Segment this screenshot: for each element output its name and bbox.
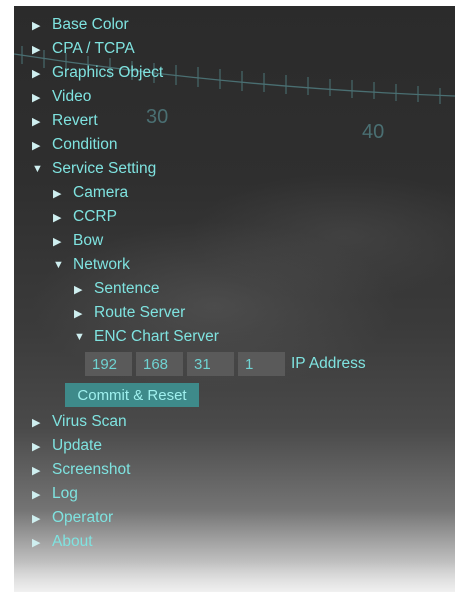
menu-item-label: Update — [52, 437, 102, 454]
bottom-fade — [14, 562, 455, 592]
menu-item-label: Condition — [52, 136, 118, 153]
menu-item-label: Sentence — [94, 280, 160, 297]
menu-item-label: Screenshot — [52, 461, 131, 478]
menu-item-about[interactable]: ▶ About — [32, 531, 93, 553]
compass-label-30: 30 — [146, 106, 168, 128]
triangle-right-icon: ▶ — [53, 187, 62, 200]
menu-item-update[interactable]: ▶ Update — [32, 435, 102, 457]
triangle-right-icon: ▶ — [32, 115, 41, 128]
triangle-right-icon: ▶ — [74, 307, 83, 320]
menu-item-network[interactable]: ▼ Network — [53, 254, 130, 276]
triangle-right-icon: ▶ — [53, 235, 62, 248]
commit-reset-button[interactable]: Commit & Reset — [65, 383, 199, 407]
menu-item-condition[interactable]: ▶ Condition — [32, 134, 118, 156]
menu-item-base-color[interactable]: ▶ Base Color — [32, 14, 129, 36]
menu-item-operator[interactable]: ▶ Operator — [32, 507, 113, 529]
menu-item-label: Camera — [73, 184, 129, 201]
triangle-right-icon: ▶ — [32, 139, 41, 152]
triangle-right-icon: ▶ — [74, 283, 83, 296]
ip-octet-3-field[interactable]: 31 — [187, 352, 234, 376]
menu-item-label: Graphics Object — [52, 64, 164, 81]
triangle-right-icon: ▶ — [32, 536, 41, 549]
triangle-right-icon: ▶ — [32, 440, 41, 453]
triangle-right-icon: ▶ — [32, 416, 41, 429]
menu-item-label: CPA / TCPA — [52, 40, 135, 57]
menu-item-graphics-object[interactable]: ▶ Graphics Object — [32, 62, 163, 84]
ip-address-label: IP Address — [291, 355, 366, 372]
menu-item-video[interactable]: ▶ Video — [32, 86, 91, 108]
menu-item-label: Video — [52, 88, 92, 105]
menu-item-label: Revert — [52, 112, 98, 129]
triangle-right-icon: ▶ — [32, 488, 41, 501]
triangle-down-icon: ▼ — [74, 331, 85, 343]
triangle-right-icon: ▶ — [32, 67, 41, 80]
menu-item-label: Route Server — [94, 304, 186, 321]
menu-item-screenshot[interactable]: ▶ Screenshot — [32, 459, 130, 481]
triangle-right-icon: ▶ — [53, 211, 62, 224]
menu-item-label: CCRP — [73, 208, 117, 225]
menu-item-label: Base Color — [52, 16, 129, 33]
menu-item-label: Operator — [52, 509, 114, 526]
compass-label-40: 40 — [362, 121, 384, 143]
menu-item-cpa-tcpa[interactable]: ▶ CPA / TCPA — [32, 38, 135, 60]
triangle-right-icon: ▶ — [32, 512, 41, 525]
menu-item-label: Virus Scan — [52, 413, 127, 430]
triangle-down-icon: ▼ — [32, 163, 43, 175]
menu-item-virus-scan[interactable]: ▶ Virus Scan — [32, 411, 127, 433]
menu-item-revert[interactable]: ▶ Revert — [32, 110, 98, 132]
menu-item-enc-chart-server[interactable]: ▼ ENC Chart Server — [74, 326, 219, 348]
ip-octet-2-field[interactable]: 168 — [136, 352, 183, 376]
triangle-right-icon: ▶ — [32, 91, 41, 104]
menu-item-ccrp[interactable]: ▶ CCRP — [53, 206, 117, 228]
menu-item-route-server[interactable]: ▶ Route Server — [74, 302, 185, 324]
menu-item-label: ENC Chart Server — [94, 328, 219, 345]
menu-item-sentence[interactable]: ▶ Sentence — [74, 278, 160, 300]
menu-item-label: Service Setting — [52, 160, 157, 177]
menu-item-log[interactable]: ▶ Log — [32, 483, 78, 505]
triangle-right-icon: ▶ — [32, 19, 41, 32]
triangle-right-icon: ▶ — [32, 464, 41, 477]
triangle-right-icon: ▶ — [32, 43, 41, 56]
settings-panel: 30 40 ▶ Base Color ▶ CPA / TCPA ▶ Graphi… — [14, 6, 455, 592]
menu-item-label: Network — [73, 256, 130, 273]
ip-octet-1-field[interactable]: 192 — [85, 352, 132, 376]
triangle-down-icon: ▼ — [53, 259, 64, 271]
menu-item-label: About — [52, 533, 93, 550]
menu-item-label: Log — [52, 485, 78, 502]
menu-item-bow[interactable]: ▶ Bow — [53, 230, 103, 252]
menu-item-camera[interactable]: ▶ Camera — [53, 182, 128, 204]
ip-octet-4-field[interactable]: 1 — [238, 352, 285, 376]
menu-item-label: Bow — [73, 232, 104, 249]
menu-item-service-setting[interactable]: ▼ Service Setting — [32, 158, 156, 180]
ip-address-row: 192 168 31 1 IP Address — [85, 352, 366, 376]
